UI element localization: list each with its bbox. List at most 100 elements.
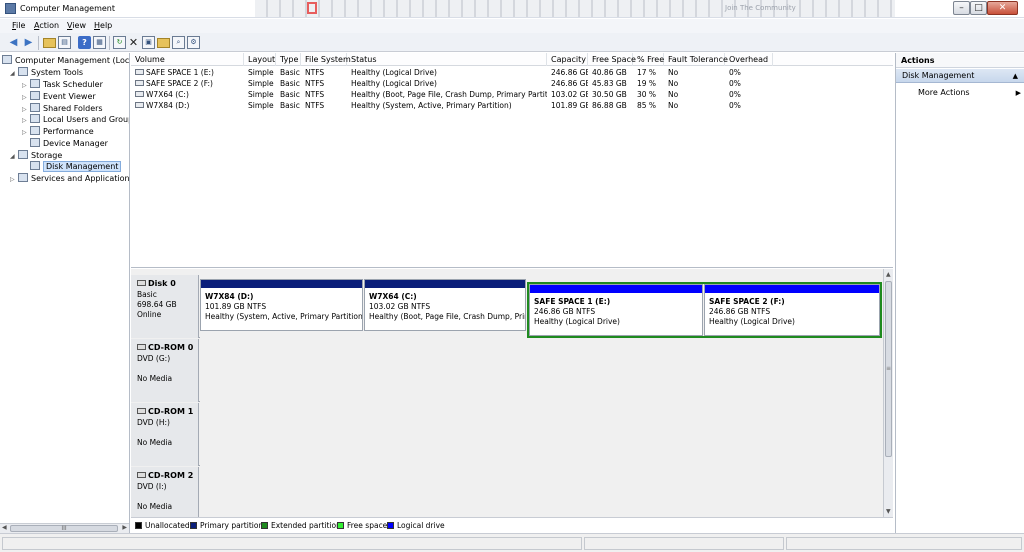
menu-file[interactable]: File [12,21,25,30]
scroll-up-icon[interactable]: ▲ [886,271,891,278]
partition-name: W7X64 (C:) [369,292,417,301]
table-row[interactable]: SAFE SPACE 2 (F:) Simple Basic NTFS Heal… [131,78,893,89]
column-overhead[interactable]: Overhead [725,53,773,66]
actions-section-label: Disk Management [902,71,975,80]
overhead-cell: 0% [729,90,741,99]
search-icon[interactable]: ⌕ [172,36,185,49]
collapse-up-icon[interactable]: ▲ [1013,69,1018,83]
column-percent-free[interactable]: % Free [633,53,664,66]
tree-item-event-viewer[interactable]: ▷ Event Viewer [22,91,96,103]
disk-label[interactable]: CD-ROM 2 DVD (I:) No Media [131,467,199,517]
partition-safe-space-2[interactable]: SAFE SPACE 2 (F:) 246.86 GB NTFS Healthy… [704,284,880,336]
file-system-cell: NTFS [305,90,325,99]
maximize-button[interactable]: □ [970,1,987,15]
expand-icon[interactable]: ▷ [22,127,30,139]
performance-icon [30,126,40,135]
console-tree: Computer Management (Local ◢ System Tools… [0,53,130,533]
tree-item-performance[interactable]: ▷ Performance [22,126,94,138]
help-icon[interactable]: ? [78,36,91,49]
disk-label[interactable]: Disk 0 Basic 698.64 GB Online [131,275,199,338]
disk-label[interactable]: CD-ROM 1 DVD (H:) No Media [131,403,199,466]
disk-name-text: Disk 0 [148,279,176,288]
partition-status: Healthy (Logical Drive) [709,317,795,326]
up-folder-icon[interactable] [43,38,56,48]
volume-icon [135,91,144,97]
disk-type: Basic [137,290,157,299]
refresh-icon[interactable]: ↻ [113,36,126,49]
column-free-space[interactable]: Free Space [588,53,636,66]
close-button[interactable]: ✕ [987,1,1018,15]
minimize-button[interactable]: – [953,1,970,15]
tree-item-disk-management[interactable]: Disk Management [30,161,122,173]
column-capacity[interactable]: Capacity [547,53,588,66]
overhead-cell: 0% [729,101,741,110]
volume-name: W7X64 (C:) [146,90,189,99]
disk-empty-area [200,403,883,466]
cdrom-icon [137,472,146,478]
tree-item-device-manager[interactable]: Device Manager [30,138,108,150]
scroll-left-icon[interactable]: ◀ [2,524,7,531]
expand-icon[interactable]: ▷ [10,174,18,186]
column-fault-tolerance[interactable]: Fault Tolerance [664,53,728,66]
disk-view-vertical-scrollbar[interactable]: ▲ ≡ ▼ [883,269,893,517]
scroll-thumb[interactable]: III [10,525,118,532]
overhead-cell: 0% [729,79,741,88]
menu-view[interactable]: View [67,21,86,30]
partition-w7x64[interactable]: W7X64 (C:) 103.02 GB NTFS Healthy (Boot,… [364,279,526,331]
tree-item-local-users-and-groups[interactable]: ▷ Local Users and Groups [22,114,129,126]
tree-item-task-scheduler[interactable]: ▷ Task Scheduler [22,79,103,91]
tree-horizontal-scrollbar[interactable]: ◀ III ▶ [0,523,129,533]
legend-swatch [387,522,394,529]
extended-partition[interactable]: SAFE SPACE 1 (E:) 246.86 GB NTFS Healthy… [527,282,882,338]
column-status[interactable]: Status [347,53,547,66]
tree-root[interactable]: Computer Management (Local [2,55,129,67]
partition-safe-space-1[interactable]: SAFE SPACE 1 (E:) 246.86 GB NTFS Healthy… [529,284,703,336]
menu-help[interactable]: Help [94,21,112,30]
forward-arrow-icon[interactable]: ▶ [22,36,35,49]
actions-pane: Actions Disk Management ▲ More Actions ▶ [895,53,1024,533]
volume-cell: SAFE SPACE 2 (F:) [131,78,244,89]
tree-item-services-and-applications[interactable]: ▷ Services and Applications [10,173,129,186]
scroll-down-icon[interactable]: ▼ [886,508,891,515]
disk-row-cdrom-1: CD-ROM 1 DVD (H:) No Media [131,403,883,466]
back-arrow-icon[interactable]: ◀ [7,36,20,49]
disk-legend: Unallocated Primary partition Extended p… [131,517,893,533]
partition-w7x84[interactable]: W7X84 (D:) 101.89 GB NTFS Healthy (Syste… [200,279,363,331]
table-row[interactable]: W7X84 (D:) Simple Basic NTFS Healthy (Sy… [131,100,893,111]
delete-icon[interactable]: ✕ [127,36,140,49]
column-volume[interactable]: Volume [131,53,244,66]
actions-section-disk-management[interactable]: Disk Management ▲ [896,69,1024,83]
open-icon[interactable] [157,38,170,48]
column-file-system[interactable]: File System [301,53,351,66]
show-hide-console-tree-icon[interactable]: ▤ [58,36,71,49]
drive-letter: DVD (G:) [137,354,171,363]
layout-cell: Simple [248,68,274,77]
volume-name: SAFE SPACE 1 (E:) [146,68,214,77]
logical-drive-bar [530,285,702,293]
legend-swatch [261,522,268,529]
partition-name: W7X84 (D:) [205,292,254,301]
type-cell: Basic [280,101,300,110]
disk-label[interactable]: CD-ROM 0 DVD (G:) No Media [131,339,199,402]
table-row[interactable]: W7X64 (C:) Simple Basic NTFS Healthy (Bo… [131,89,893,100]
volume-name: W7X84 (D:) [146,101,190,110]
tree-item-system-tools[interactable]: ◢ System Tools [10,67,83,79]
table-row[interactable]: SAFE SPACE 1 (E:) Simple Basic NTFS Heal… [131,67,893,78]
scroll-grip: III [61,525,67,532]
free-space-cell: 86.88 GB [592,101,627,110]
properties-view-icon[interactable]: ▦ [93,36,106,49]
fault-tolerance-cell: No [668,68,679,77]
scroll-right-icon[interactable]: ▶ [122,524,127,531]
collapse-icon[interactable]: ◢ [10,151,18,163]
more-actions-item[interactable]: More Actions ▶ [918,87,1023,99]
percent-free-cell: 19 % [637,79,657,88]
properties-icon[interactable]: ▣ [142,36,155,49]
settings-icon[interactable]: ⚙ [187,36,200,49]
menu-action[interactable]: Action [34,21,59,30]
fault-tolerance-cell: No [668,101,679,110]
collapse-icon[interactable]: ◢ [10,68,18,80]
column-type[interactable]: Type [276,53,301,66]
disk-name-text: CD-ROM 0 [148,343,194,352]
column-layout[interactable]: Layout [244,53,276,66]
